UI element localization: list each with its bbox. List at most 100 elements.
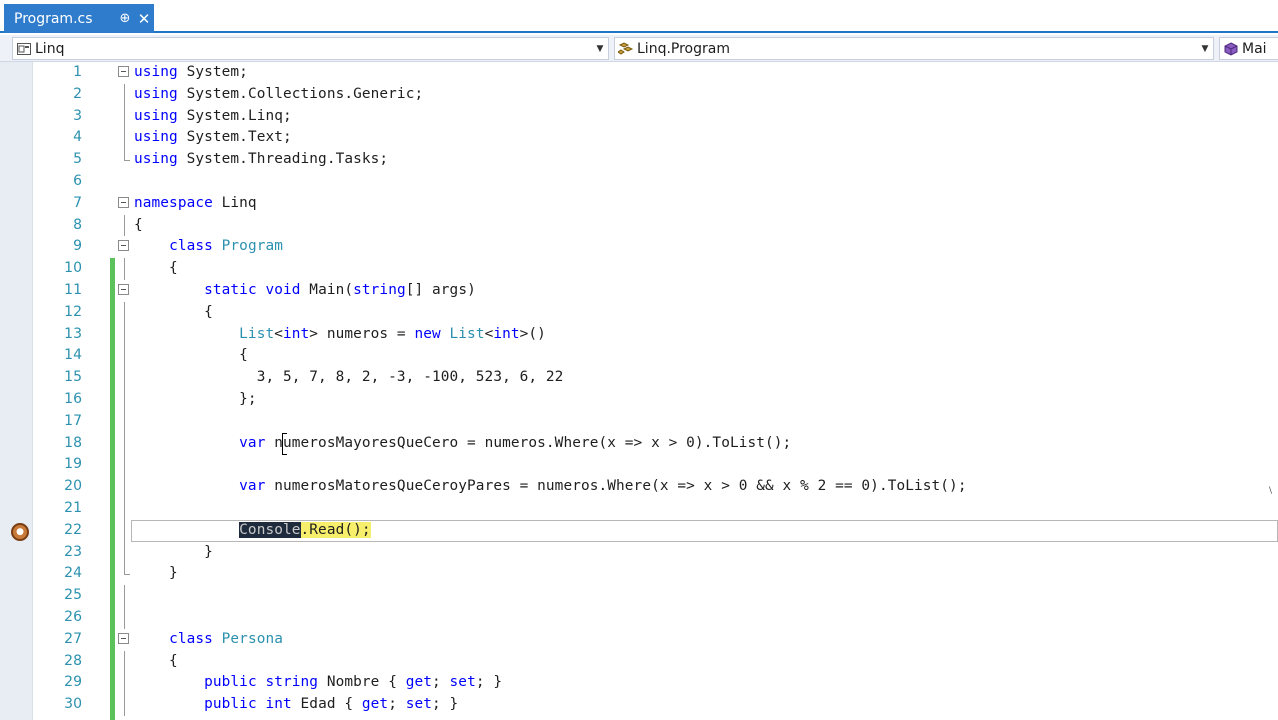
code-text[interactable]: {	[134, 345, 248, 367]
tab-program-cs[interactable]: Program.cs ⊕ ✕	[4, 4, 154, 33]
code-line[interactable]: 2 using System.Collections.Generic;	[0, 83, 1278, 106]
code-line[interactable]: 25	[0, 585, 1278, 607]
outline-guide	[124, 410, 125, 433]
scroll-marker-icon: \	[1269, 486, 1273, 496]
code-line[interactable]: 15 3, 5, 7, 8, 2, -3, -100, 523, 6, 22	[0, 367, 1278, 389]
code-line[interactable]: 11 static void Main(string[] args)	[0, 280, 1278, 302]
code-editor[interactable]: ● 1 using System; 2 using System.Collection…	[0, 62, 1278, 720]
code-text[interactable]: class Persona	[134, 629, 283, 651]
code-text[interactable]: using System.Collections.Generic;	[134, 84, 423, 106]
code-text[interactable]: using System.Threading.Tasks;	[134, 149, 388, 171]
line-number: 21	[64, 499, 82, 516]
code-text[interactable]: }	[134, 563, 178, 585]
code-line[interactable]: 1 using System;	[0, 62, 1278, 84]
code-text[interactable]: public int Edad { get; set; }	[134, 694, 458, 716]
code-text[interactable]: {	[134, 651, 178, 673]
csharp-project-icon	[13, 38, 35, 59]
keyword-token: namespace	[134, 194, 213, 211]
code-text[interactable]: static void Main(string[] args)	[134, 280, 476, 302]
line-number: 16	[64, 390, 82, 407]
code-text[interactable]: List<int> numeros = new List<int>()	[134, 324, 546, 346]
member-dropdown[interactable]: Mai	[1219, 37, 1278, 60]
keyword-token: get	[361, 696, 389, 713]
code-line[interactable]: 17	[0, 410, 1278, 433]
code-token: System.Threading.Tasks;	[177, 151, 389, 168]
navigation-bar: Linq ▼ Linq.Program ▼ Mai	[0, 35, 1278, 62]
collapse-icon[interactable]	[118, 66, 129, 77]
code-text[interactable]: Console.Read();	[134, 520, 371, 542]
code-line[interactable]: 7 namespace Linq	[0, 193, 1278, 215]
code-line[interactable]: 22 Console.Read();	[0, 519, 1278, 542]
code-text[interactable]: var numerosMatoresQueCeroyPares = numero…	[134, 476, 967, 498]
code-lines[interactable]: 1 using System; 2 using System.Collections.…	[0, 62, 1278, 716]
code-line[interactable]: 5 using System.Threading.Tasks;	[0, 149, 1278, 171]
keyword-token: var	[239, 478, 266, 495]
selected-text: Console	[239, 521, 301, 538]
chevron-down-icon[interactable]: ▼	[1197, 44, 1213, 54]
code-line[interactable]: 4 using System.Text;	[0, 127, 1278, 150]
code-token: numerosMayoresQueCero = numeros.Where(x …	[265, 434, 792, 451]
collapse-icon[interactable]	[118, 283, 129, 295]
project-name: Linq	[35, 40, 65, 57]
code-line[interactable]: 29 public string Nombre { get; set; }	[0, 672, 1278, 695]
type-token: List	[449, 325, 485, 342]
line-number: 1	[73, 64, 82, 80]
pin-icon[interactable]: ⊕	[116, 11, 134, 26]
code-line[interactable]: 8{	[0, 214, 1278, 237]
code-line[interactable]: 10 {	[0, 258, 1278, 280]
keyword-token: using	[134, 85, 178, 102]
close-icon[interactable]: ✕	[134, 10, 154, 28]
keyword-token: new	[414, 325, 441, 342]
code-text[interactable]: using System;	[134, 62, 248, 84]
code-text[interactable]: class Program	[134, 236, 283, 258]
code-line[interactable]: 30 public int Edad { get; set; }	[0, 694, 1278, 716]
code-text[interactable]: namespace Linq	[134, 193, 257, 215]
code-line[interactable]: 16 };	[0, 388, 1278, 411]
code-line[interactable]: 21	[0, 497, 1278, 520]
outline-guide	[124, 388, 125, 411]
collapse-icon[interactable]	[118, 196, 129, 208]
code-line[interactable]: 12 {	[0, 301, 1278, 324]
code-line[interactable]: 19	[0, 454, 1278, 477]
line-number: 17	[64, 412, 82, 429]
method-icon	[1220, 38, 1242, 59]
code-line[interactable]: 24 }	[0, 563, 1278, 585]
outline-guide	[124, 83, 125, 106]
code-text[interactable]: {	[134, 302, 213, 324]
code-text[interactable]: {	[134, 215, 143, 237]
line-number: 29	[64, 674, 82, 691]
code-token: Nombre {	[318, 674, 406, 691]
code-text[interactable]: };	[134, 389, 257, 411]
collapse-icon[interactable]	[118, 240, 129, 252]
code-line[interactable]: 20 var numerosMatoresQueCeroyPares = num…	[0, 476, 1278, 498]
code-line[interactable]: 14 {	[0, 345, 1278, 368]
code-line[interactable]: 27 class Persona	[0, 629, 1278, 651]
collapse-icon[interactable]	[118, 632, 129, 644]
code-line[interactable]: 6	[0, 171, 1278, 193]
line-number: 3	[73, 107, 82, 124]
code-text[interactable]: var numerosMayoresQueCero = numeros.Wher…	[134, 433, 791, 455]
code-text[interactable]: {	[134, 258, 178, 280]
code-line[interactable]: 13 List<int> numeros = new List<int>()	[0, 323, 1278, 346]
code-line[interactable]: 18 var numerosMayoresQueCero = numeros.W…	[0, 432, 1278, 455]
project-dropdown[interactable]: Linq ▼	[12, 37, 609, 60]
code-line[interactable]: 28 {	[0, 650, 1278, 673]
code-line[interactable]: 3 using System.Linq;	[0, 105, 1278, 128]
code-text[interactable]: using System.Linq;	[134, 106, 292, 128]
code-text[interactable]: public string Nombre { get; set; }	[134, 672, 502, 694]
chevron-down-icon[interactable]: ▼	[592, 44, 608, 54]
code-text[interactable]: 3, 5, 7, 8, 2, -3, -100, 523, 6, 22	[134, 367, 564, 389]
code-text[interactable]: }	[134, 542, 213, 564]
line-number: 14	[64, 347, 82, 364]
code-line[interactable]: 9 class Program	[0, 236, 1278, 258]
code-line[interactable]: 26	[0, 606, 1278, 629]
outline-guide	[124, 301, 125, 324]
outline-guide	[124, 454, 125, 477]
type-dropdown[interactable]: Linq.Program ▼	[614, 37, 1214, 60]
code-token: numerosMatoresQueCeroyPares = numeros.Wh…	[265, 478, 967, 495]
code-text[interactable]: using System.Text;	[134, 127, 292, 149]
code-line[interactable]: 23 }	[0, 541, 1278, 564]
keyword-token: static	[204, 281, 257, 298]
